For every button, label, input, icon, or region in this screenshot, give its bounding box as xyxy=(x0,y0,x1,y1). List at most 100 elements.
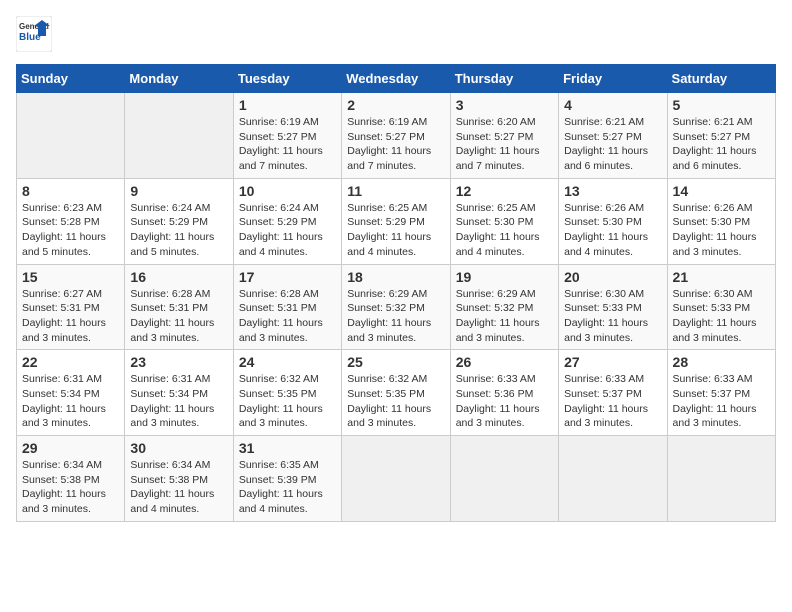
calendar-cell: 5 Sunrise: 6:21 AMSunset: 5:27 PMDayligh… xyxy=(667,93,775,179)
day-info: Sunrise: 6:29 AMSunset: 5:32 PMDaylight:… xyxy=(347,287,444,346)
day-number: 3 xyxy=(456,97,553,113)
day-number: 11 xyxy=(347,183,444,199)
calendar-cell: 3 Sunrise: 6:20 AMSunset: 5:27 PMDayligh… xyxy=(450,93,558,179)
day-info: Sunrise: 6:19 AMSunset: 5:27 PMDaylight:… xyxy=(347,115,444,174)
page-header: General Blue xyxy=(16,16,776,52)
day-number: 13 xyxy=(564,183,661,199)
day-info: Sunrise: 6:23 AMSunset: 5:28 PMDaylight:… xyxy=(22,201,119,260)
day-info: Sunrise: 6:28 AMSunset: 5:31 PMDaylight:… xyxy=(130,287,227,346)
day-number: 1 xyxy=(239,97,336,113)
calendar-week-4: 22 Sunrise: 6:31 AMSunset: 5:34 PMDaylig… xyxy=(17,350,776,436)
calendar-cell: 28 Sunrise: 6:33 AMSunset: 5:37 PMDaylig… xyxy=(667,350,775,436)
day-number: 19 xyxy=(456,269,553,285)
day-info: Sunrise: 6:31 AMSunset: 5:34 PMDaylight:… xyxy=(130,372,227,431)
calendar-week-2: 8 Sunrise: 6:23 AMSunset: 5:28 PMDayligh… xyxy=(17,178,776,264)
day-number: 17 xyxy=(239,269,336,285)
day-number: 5 xyxy=(673,97,770,113)
calendar-cell: 2 Sunrise: 6:19 AMSunset: 5:27 PMDayligh… xyxy=(342,93,450,179)
day-number: 21 xyxy=(673,269,770,285)
col-header-sunday: Sunday xyxy=(17,65,125,93)
calendar-cell: 31 Sunrise: 6:35 AMSunset: 5:39 PMDaylig… xyxy=(233,436,341,522)
day-info: Sunrise: 6:25 AMSunset: 5:30 PMDaylight:… xyxy=(456,201,553,260)
calendar-cell: 20 Sunrise: 6:30 AMSunset: 5:33 PMDaylig… xyxy=(559,264,667,350)
day-number: 28 xyxy=(673,354,770,370)
calendar-cell: 21 Sunrise: 6:30 AMSunset: 5:33 PMDaylig… xyxy=(667,264,775,350)
day-number: 14 xyxy=(673,183,770,199)
day-number: 30 xyxy=(130,440,227,456)
day-info: Sunrise: 6:20 AMSunset: 5:27 PMDaylight:… xyxy=(456,115,553,174)
col-header-tuesday: Tuesday xyxy=(233,65,341,93)
day-info: Sunrise: 6:34 AMSunset: 5:38 PMDaylight:… xyxy=(22,458,119,517)
day-info: Sunrise: 6:21 AMSunset: 5:27 PMDaylight:… xyxy=(564,115,661,174)
day-number: 31 xyxy=(239,440,336,456)
calendar-cell: 26 Sunrise: 6:33 AMSunset: 5:36 PMDaylig… xyxy=(450,350,558,436)
calendar-week-3: 15 Sunrise: 6:27 AMSunset: 5:31 PMDaylig… xyxy=(17,264,776,350)
day-info: Sunrise: 6:26 AMSunset: 5:30 PMDaylight:… xyxy=(564,201,661,260)
calendar-cell: 12 Sunrise: 6:25 AMSunset: 5:30 PMDaylig… xyxy=(450,178,558,264)
col-header-thursday: Thursday xyxy=(450,65,558,93)
day-info: Sunrise: 6:34 AMSunset: 5:38 PMDaylight:… xyxy=(130,458,227,517)
day-number: 29 xyxy=(22,440,119,456)
day-info: Sunrise: 6:29 AMSunset: 5:32 PMDaylight:… xyxy=(456,287,553,346)
day-info: Sunrise: 6:30 AMSunset: 5:33 PMDaylight:… xyxy=(564,287,661,346)
day-number: 22 xyxy=(22,354,119,370)
calendar-cell: 18 Sunrise: 6:29 AMSunset: 5:32 PMDaylig… xyxy=(342,264,450,350)
day-number: 2 xyxy=(347,97,444,113)
logo-container: General Blue xyxy=(16,16,52,52)
day-info: Sunrise: 6:32 AMSunset: 5:35 PMDaylight:… xyxy=(239,372,336,431)
calendar-cell xyxy=(125,93,233,179)
day-info: Sunrise: 6:27 AMSunset: 5:31 PMDaylight:… xyxy=(22,287,119,346)
day-number: 24 xyxy=(239,354,336,370)
calendar-cell: 4 Sunrise: 6:21 AMSunset: 5:27 PMDayligh… xyxy=(559,93,667,179)
day-info: Sunrise: 6:21 AMSunset: 5:27 PMDaylight:… xyxy=(673,115,770,174)
calendar-cell xyxy=(17,93,125,179)
calendar-cell: 1 Sunrise: 6:19 AMSunset: 5:27 PMDayligh… xyxy=(233,93,341,179)
calendar-cell: 13 Sunrise: 6:26 AMSunset: 5:30 PMDaylig… xyxy=(559,178,667,264)
day-info: Sunrise: 6:25 AMSunset: 5:29 PMDaylight:… xyxy=(347,201,444,260)
day-info: Sunrise: 6:33 AMSunset: 5:36 PMDaylight:… xyxy=(456,372,553,431)
svg-text:Blue: Blue xyxy=(19,32,41,43)
day-info: Sunrise: 6:35 AMSunset: 5:39 PMDaylight:… xyxy=(239,458,336,517)
col-header-monday: Monday xyxy=(125,65,233,93)
day-number: 8 xyxy=(22,183,119,199)
calendar-cell: 10 Sunrise: 6:24 AMSunset: 5:29 PMDaylig… xyxy=(233,178,341,264)
day-info: Sunrise: 6:33 AMSunset: 5:37 PMDaylight:… xyxy=(564,372,661,431)
logo: General Blue xyxy=(16,16,52,52)
day-info: Sunrise: 6:28 AMSunset: 5:31 PMDaylight:… xyxy=(239,287,336,346)
day-number: 23 xyxy=(130,354,227,370)
calendar-cell: 25 Sunrise: 6:32 AMSunset: 5:35 PMDaylig… xyxy=(342,350,450,436)
col-header-wednesday: Wednesday xyxy=(342,65,450,93)
calendar-cell xyxy=(559,436,667,522)
day-number: 27 xyxy=(564,354,661,370)
logo-bird-icon: General Blue xyxy=(16,16,52,52)
day-number: 4 xyxy=(564,97,661,113)
col-header-saturday: Saturday xyxy=(667,65,775,93)
day-number: 12 xyxy=(456,183,553,199)
day-number: 26 xyxy=(456,354,553,370)
day-number: 15 xyxy=(22,269,119,285)
calendar-cell: 8 Sunrise: 6:23 AMSunset: 5:28 PMDayligh… xyxy=(17,178,125,264)
calendar-week-1: 1 Sunrise: 6:19 AMSunset: 5:27 PMDayligh… xyxy=(17,93,776,179)
day-number: 10 xyxy=(239,183,336,199)
calendar-cell: 11 Sunrise: 6:25 AMSunset: 5:29 PMDaylig… xyxy=(342,178,450,264)
day-info: Sunrise: 6:26 AMSunset: 5:30 PMDaylight:… xyxy=(673,201,770,260)
day-info: Sunrise: 6:19 AMSunset: 5:27 PMDaylight:… xyxy=(239,115,336,174)
calendar-cell: 14 Sunrise: 6:26 AMSunset: 5:30 PMDaylig… xyxy=(667,178,775,264)
calendar-week-5: 29 Sunrise: 6:34 AMSunset: 5:38 PMDaylig… xyxy=(17,436,776,522)
calendar-cell: 22 Sunrise: 6:31 AMSunset: 5:34 PMDaylig… xyxy=(17,350,125,436)
calendar-cell xyxy=(667,436,775,522)
day-info: Sunrise: 6:24 AMSunset: 5:29 PMDaylight:… xyxy=(130,201,227,260)
calendar-cell: 16 Sunrise: 6:28 AMSunset: 5:31 PMDaylig… xyxy=(125,264,233,350)
day-info: Sunrise: 6:32 AMSunset: 5:35 PMDaylight:… xyxy=(347,372,444,431)
calendar-cell: 24 Sunrise: 6:32 AMSunset: 5:35 PMDaylig… xyxy=(233,350,341,436)
calendar-cell xyxy=(450,436,558,522)
day-number: 18 xyxy=(347,269,444,285)
calendar-cell: 23 Sunrise: 6:31 AMSunset: 5:34 PMDaylig… xyxy=(125,350,233,436)
calendar-cell: 17 Sunrise: 6:28 AMSunset: 5:31 PMDaylig… xyxy=(233,264,341,350)
day-info: Sunrise: 6:33 AMSunset: 5:37 PMDaylight:… xyxy=(673,372,770,431)
day-info: Sunrise: 6:24 AMSunset: 5:29 PMDaylight:… xyxy=(239,201,336,260)
day-number: 20 xyxy=(564,269,661,285)
calendar-cell: 19 Sunrise: 6:29 AMSunset: 5:32 PMDaylig… xyxy=(450,264,558,350)
day-number: 25 xyxy=(347,354,444,370)
calendar-cell xyxy=(342,436,450,522)
